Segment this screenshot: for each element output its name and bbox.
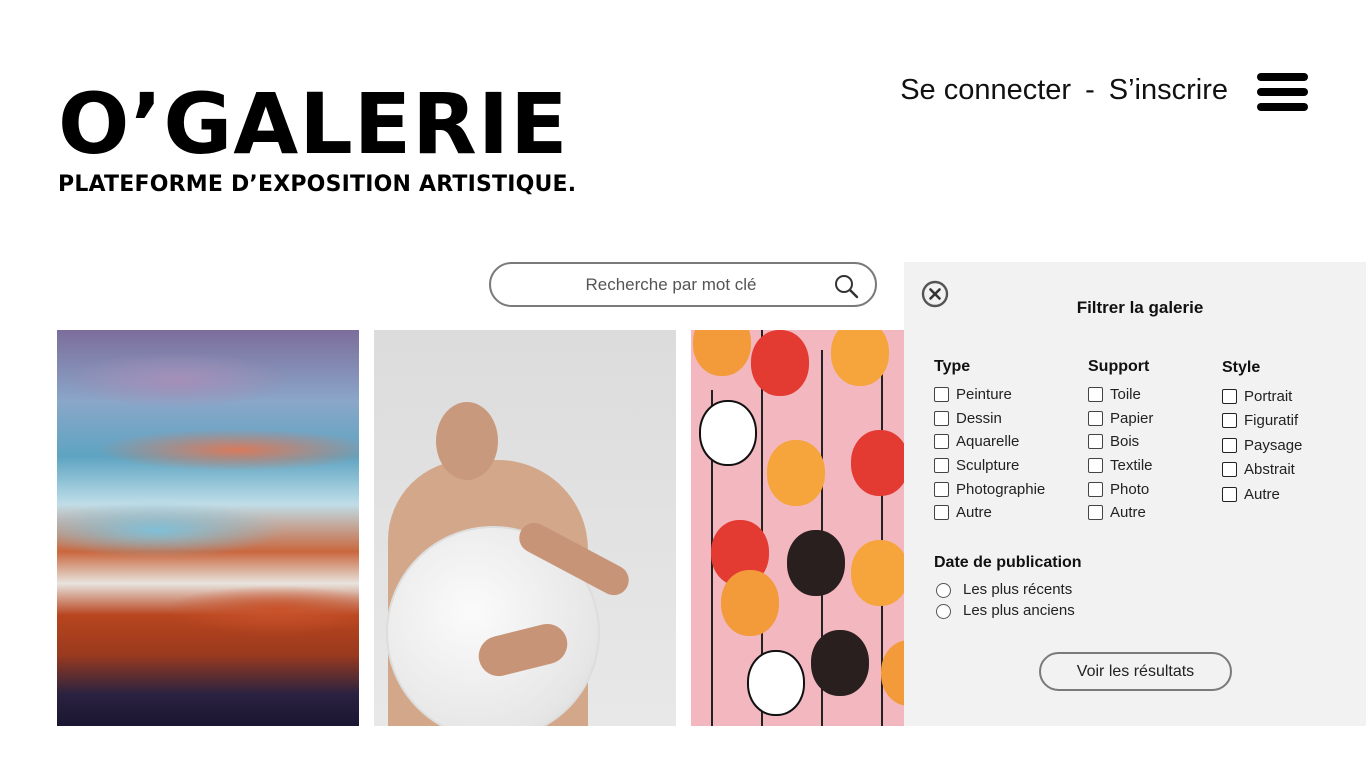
illustrated-face	[851, 540, 909, 606]
login-link[interactable]: Se connecter	[900, 74, 1071, 107]
checkbox[interactable]	[1222, 486, 1237, 502]
checkbox-label: Photo	[1110, 480, 1150, 498]
checkbox-label: Papier	[1110, 409, 1154, 427]
radio-date-recent[interactable]: Les plus récents	[936, 580, 1072, 598]
illustrated-face	[693, 330, 751, 376]
illustrated-face	[699, 400, 757, 466]
illustrated-face	[811, 630, 869, 696]
checkbox-label: Figuratif	[1244, 412, 1299, 430]
checkbox-style-abstrait[interactable]: Abstrait	[1222, 458, 1302, 483]
gallery-image-abstract-painting[interactable]	[57, 330, 359, 726]
checkbox-type-sculpture[interactable]: Sculpture	[934, 454, 1045, 478]
filter-date-heading: Date de publication	[934, 554, 1082, 571]
checkbox-type-dessin[interactable]: Dessin	[934, 407, 1045, 431]
checkbox-style-figuratif[interactable]: Figuratif	[1222, 409, 1302, 434]
checkbox[interactable]	[934, 505, 949, 521]
checkbox-type-photographie[interactable]: Photographie	[934, 477, 1045, 501]
filter-panel: Filtrer la galerie Type Peinture Dessin …	[904, 262, 1366, 726]
checkbox-support-textile[interactable]: Textile	[1088, 454, 1153, 478]
checkbox[interactable]	[1088, 458, 1103, 474]
checkbox-label: Dessin	[956, 409, 1002, 427]
checkbox-label: Portrait	[1244, 387, 1293, 405]
auth-links: Se connecter - S’inscrire	[900, 74, 1228, 107]
filter-style-group: Style Portrait Figuratif Paysage Abstrai…	[1222, 359, 1302, 507]
menu-bar	[1257, 88, 1308, 96]
illustrated-face	[851, 430, 909, 496]
signup-link[interactable]: S’inscrire	[1109, 74, 1228, 107]
checkbox-style-autre[interactable]: Autre	[1222, 482, 1302, 507]
menu-bar	[1257, 73, 1308, 81]
search-bar	[489, 262, 877, 307]
illustrated-face	[767, 440, 825, 506]
checkbox-label: Autre	[956, 504, 992, 522]
checkbox[interactable]	[934, 434, 949, 450]
site-logo[interactable]: O’GALERIE	[58, 82, 569, 166]
checkbox-support-photo[interactable]: Photo	[1088, 477, 1153, 501]
radio-button[interactable]	[936, 604, 951, 619]
illustrated-face	[751, 330, 809, 396]
checkbox-type-autre[interactable]: Autre	[934, 501, 1045, 525]
checkbox[interactable]	[1088, 434, 1103, 450]
auth-separator: -	[1085, 74, 1095, 106]
hamburger-menu-icon[interactable]	[1257, 73, 1308, 111]
checkbox[interactable]	[1222, 413, 1237, 429]
checkbox[interactable]	[934, 481, 949, 497]
checkbox-label: Aquarelle	[956, 433, 1020, 451]
illustrated-face	[787, 530, 845, 596]
checkbox[interactable]	[1088, 505, 1103, 521]
radio-label: Les plus récents	[963, 580, 1073, 598]
radio-date-oldest[interactable]: Les plus anciens	[936, 601, 1075, 619]
illustrated-face	[721, 570, 779, 636]
checkbox[interactable]	[1222, 388, 1237, 404]
figure-head	[436, 402, 498, 480]
filter-style-heading: Style	[1222, 359, 1261, 376]
checkbox[interactable]	[934, 387, 949, 403]
checkbox-label: Autre	[1110, 504, 1146, 522]
checkbox[interactable]	[1088, 387, 1103, 403]
filter-support-group: Support Toile Papier Bois Textile Photo …	[1088, 358, 1153, 525]
checkbox[interactable]	[934, 410, 949, 426]
checkbox-label: Autre	[1244, 485, 1280, 503]
checkbox-type-aquarelle[interactable]: Aquarelle	[934, 430, 1045, 454]
checkbox-style-paysage[interactable]: Paysage	[1222, 433, 1302, 458]
checkbox-label: Paysage	[1244, 436, 1303, 454]
checkbox-label: Peinture	[956, 386, 1012, 404]
site-tagline: PLATEFORME D’EXPOSITION ARTISTIQUE.	[58, 172, 577, 197]
radio-button[interactable]	[936, 583, 951, 598]
checkbox[interactable]	[1088, 481, 1103, 497]
checkbox[interactable]	[934, 458, 949, 474]
checkbox-label: Abstrait	[1244, 461, 1295, 479]
checkbox-support-bois[interactable]: Bois	[1088, 430, 1153, 454]
checkbox-label: Bois	[1110, 433, 1140, 451]
search-input[interactable]	[511, 264, 831, 305]
menu-bar	[1257, 103, 1308, 111]
checkbox[interactable]	[1222, 437, 1237, 453]
filter-type-group: Type Peinture Dessin Aquarelle Sculpture…	[934, 358, 1045, 525]
checkbox-type-peinture[interactable]: Peinture	[934, 383, 1045, 407]
illustrated-face	[747, 650, 805, 716]
checkbox-label: Photographie	[956, 480, 1046, 498]
search-icon[interactable]	[833, 273, 859, 299]
radio-label: Les plus anciens	[963, 601, 1075, 619]
filter-support-heading: Support	[1088, 358, 1150, 375]
view-results-button[interactable]: Voir les résultats	[1039, 652, 1232, 691]
checkbox-label: Textile	[1110, 457, 1153, 475]
checkbox-label: Toile	[1110, 386, 1141, 404]
checkbox-support-papier[interactable]: Papier	[1088, 407, 1153, 431]
gallery-image-man-mirror[interactable]	[374, 330, 676, 726]
checkbox[interactable]	[1088, 410, 1103, 426]
filter-type-heading: Type	[934, 358, 971, 375]
filter-title: Filtrer la galerie	[1076, 298, 1204, 317]
checkbox[interactable]	[1222, 462, 1237, 478]
checkbox-support-autre[interactable]: Autre	[1088, 501, 1153, 525]
checkbox-support-toile[interactable]: Toile	[1088, 383, 1153, 407]
checkbox-label: Sculpture	[956, 457, 1020, 475]
checkbox-style-portrait[interactable]: Portrait	[1222, 384, 1302, 409]
